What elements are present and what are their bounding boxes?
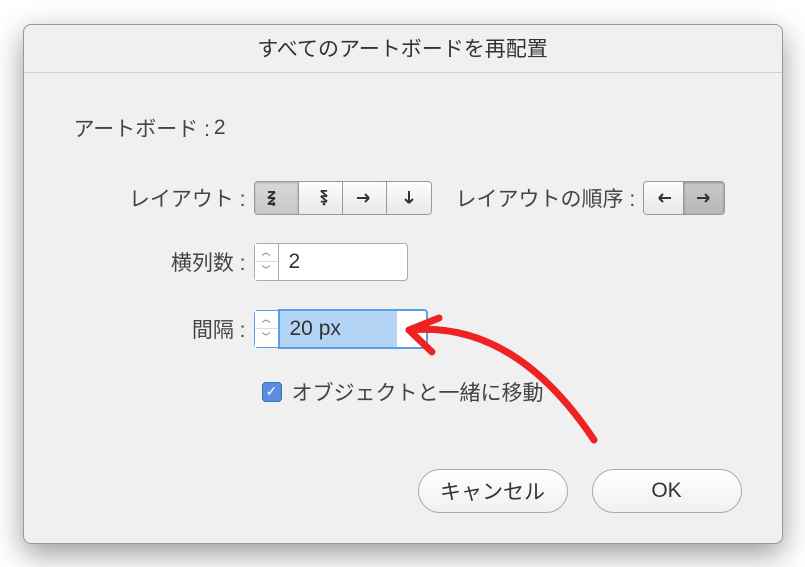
layout-label: レイアウト : [74,183,254,213]
spacing-stepper-up[interactable]: ︿ [255,311,278,330]
spacing-input[interactable] [278,309,428,349]
columns-input[interactable] [278,243,408,281]
layout-col-button[interactable] [387,182,431,214]
columns-stepper-up[interactable]: ︿ [255,244,278,263]
artboards-label: アートボード : [74,113,210,143]
dialog-title: すべてのアートボードを再配置 [24,25,782,73]
rearrange-artboards-dialog: すべてのアートボードを再配置 アートボード : 2 レイアウト : [23,24,783,544]
arrow-down-icon [403,189,415,207]
ok-button[interactable]: OK [592,469,742,513]
order-ltr-button[interactable] [644,182,684,214]
spacing-stepper-down[interactable]: ﹀ [255,329,278,347]
arrow-right-icon [355,192,373,204]
layout-order-label: レイアウトの順序 : [456,183,636,213]
arrow-left-icon [655,192,673,204]
artboards-count: 2 [214,116,226,140]
dialog-footer: キャンセル OK [24,449,782,543]
grid-n-icon [311,190,329,206]
columns-stepper-down[interactable]: ﹀ [255,262,278,280]
spacing-label: 間隔 : [74,314,254,344]
move-objects-checkbox[interactable]: ✓ [262,382,282,402]
layout-row-button[interactable] [343,182,387,214]
columns-stepper: ︿ ﹀ [254,243,278,281]
spacing-stepper: ︿ ﹀ [254,310,278,348]
cancel-button[interactable]: キャンセル [418,469,568,513]
move-objects-label: オブジェクトと一緒に移動 [292,377,544,407]
dialog-content: アートボード : 2 レイアウト : レイアウトの順序 : [24,73,782,449]
arrow-right-icon [695,192,713,204]
layout-grid-row-button[interactable] [255,182,299,214]
order-button-group [643,181,725,215]
columns-label: 横列数 : [74,247,254,277]
layout-grid-col-button[interactable] [299,182,343,214]
order-rtl-button[interactable] [684,182,724,214]
layout-button-group [254,181,432,215]
grid-z-icon [267,190,285,206]
